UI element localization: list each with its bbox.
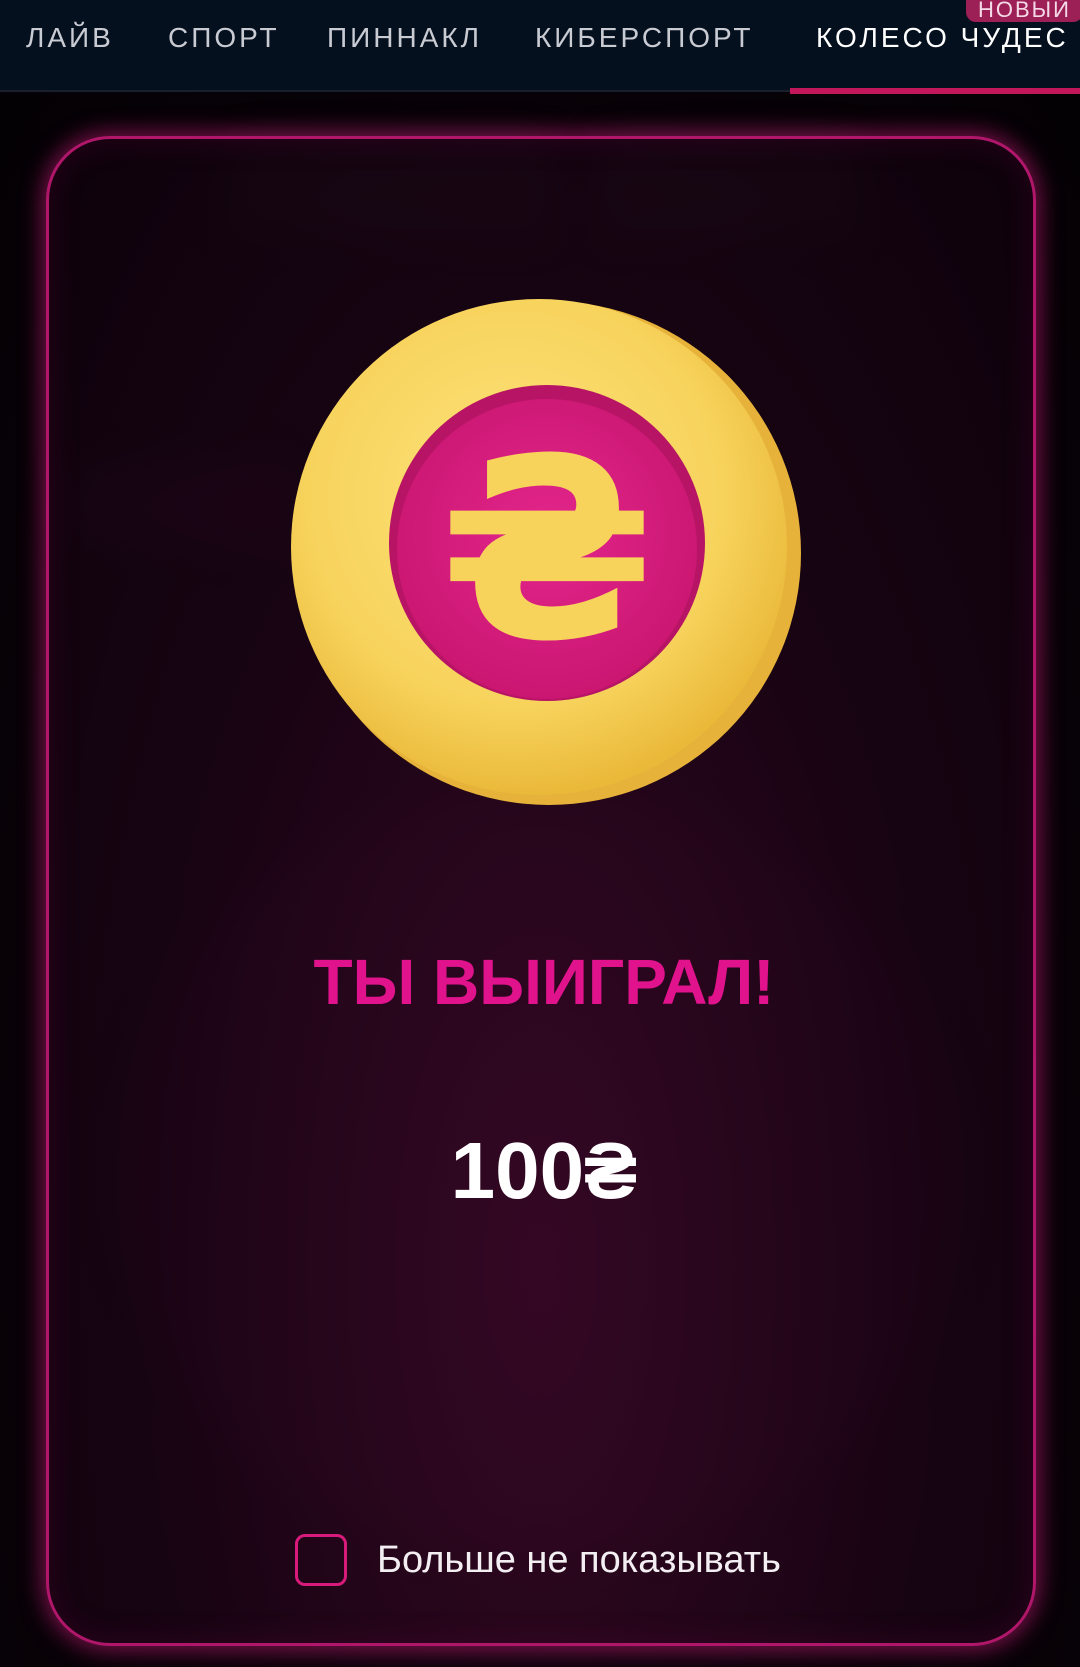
win-title: ТЫ ВЫИГРАЛ!: [313, 946, 775, 1018]
tab-sport[interactable]: СПОРТ: [168, 18, 280, 58]
prize-modal: ₴ ТЫ ВЫИГРАЛ! 100₴ Больше не показывать: [46, 136, 1036, 1646]
dont-show-again-option[interactable]: Больше не показывать: [295, 1531, 781, 1589]
prize-amount: 100₴: [450, 1126, 638, 1215]
coin-symbol: ₴: [440, 405, 655, 696]
tab-pinnacle[interactable]: ПИННАКЛ: [327, 18, 482, 58]
top-navigation: ЛАЙВ СПОРТ ПИННАКЛ КИБЕРСПОРТ КОЛЕСО ЧУД…: [0, 0, 1080, 94]
dont-show-again-label: Больше не показывать: [377, 1538, 781, 1581]
new-badge: НОВЫЙ: [966, 0, 1080, 22]
tab-live[interactable]: ЛАЙВ: [26, 18, 114, 58]
hryvnia-coin-icon: ₴: [291, 299, 801, 805]
dont-show-again-checkbox[interactable]: [295, 1534, 347, 1586]
tab-wheel-of-fortune[interactable]: КОЛЕСО ЧУДЕС: [816, 18, 1069, 58]
tab-esports[interactable]: КИБЕРСПОРТ: [535, 18, 754, 58]
